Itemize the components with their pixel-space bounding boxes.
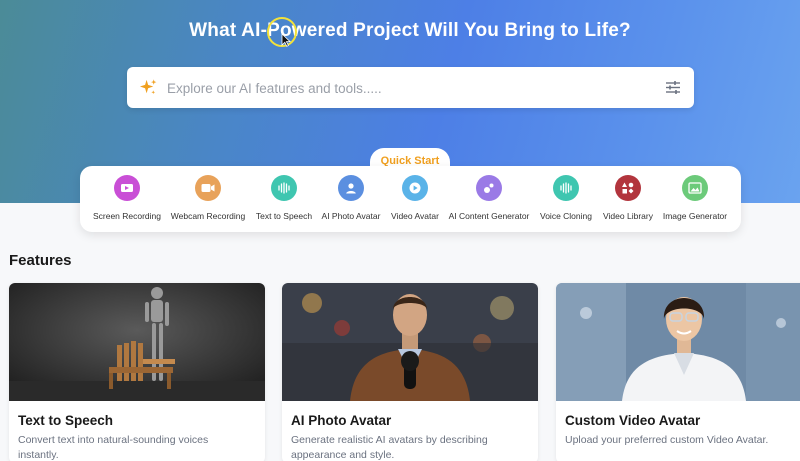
reporter-photo-image [282,283,538,401]
image-icon [682,175,708,201]
waveform-icon [553,175,579,201]
quick-item-ai-content-generator[interactable]: AI Content Generator [445,166,533,232]
quick-item-label: AI Content Generator [448,211,530,221]
search-bar[interactable] [127,67,694,108]
play-icon [402,175,428,201]
quick-item-label: Text to Speech [255,211,313,221]
quick-item-label: Screen Recording [92,211,162,221]
card-title: AI Photo Avatar [291,413,392,428]
quick-item-text-to-speech[interactable]: Text to Speech [252,166,316,232]
card-description: Generate realistic AI avatars by describ… [291,434,488,461]
screen-record-icon [114,175,140,201]
filter-settings-icon[interactable] [665,80,681,95]
quick-item-voice-cloning[interactable]: Voice Cloning [536,166,596,232]
mouse-pointer-icon [281,33,291,47]
card-title: Text to Speech [18,413,114,428]
webcam-icon [195,175,221,201]
quick-item-image-generator[interactable]: Image Generator [660,166,730,232]
feature-card-ai-photo-avatar[interactable]: AI Photo Avatar Generate realistic AI av… [282,283,538,461]
quick-item-webcam-recording[interactable]: Webcam Recording [168,166,248,232]
feature-card-text-to-speech[interactable]: Text to Speech Convert text into natural… [9,283,265,461]
feature-card-custom-video-avatar[interactable]: Custom Video Avatar Upload your preferre… [556,283,800,461]
quick-item-ai-photo-avatar[interactable]: AI Photo Avatar [317,166,385,232]
card-description: Upload your preferred custom Video Avata… [565,434,769,446]
bubbles-icon [476,175,502,201]
card-description: Convert text into natural-sounding voice… [18,434,209,461]
quick-item-video-avatar[interactable]: Video Avatar [386,166,444,232]
page-title: What AI-Powered Project Will You Bring t… [189,20,631,41]
person-icon [338,175,364,201]
quick-item-label: AI Photo Avatar [321,211,381,221]
features-heading: Features [9,252,72,269]
scientist-photo-image [556,283,800,401]
quick-item-screen-recording[interactable]: Screen Recording [80,166,174,232]
quick-start-panel: Screen Recording Webcam Recording Text t… [80,166,741,232]
card-title: Custom Video Avatar [565,413,701,428]
quick-item-video-library[interactable]: Video Library [598,166,658,232]
quick-item-label: Voice Cloning [540,211,592,221]
robot-chair-image [9,283,265,401]
quick-item-label: Video Library [603,211,653,221]
quick-item-label: Webcam Recording [170,211,246,221]
sparkle-icon [139,79,157,95]
quick-item-label: Video Avatar [391,211,439,221]
quick-item-label: Image Generator [662,211,728,221]
shapes-icon [615,175,641,201]
waveform-icon [271,175,297,201]
search-input[interactable] [167,77,647,99]
